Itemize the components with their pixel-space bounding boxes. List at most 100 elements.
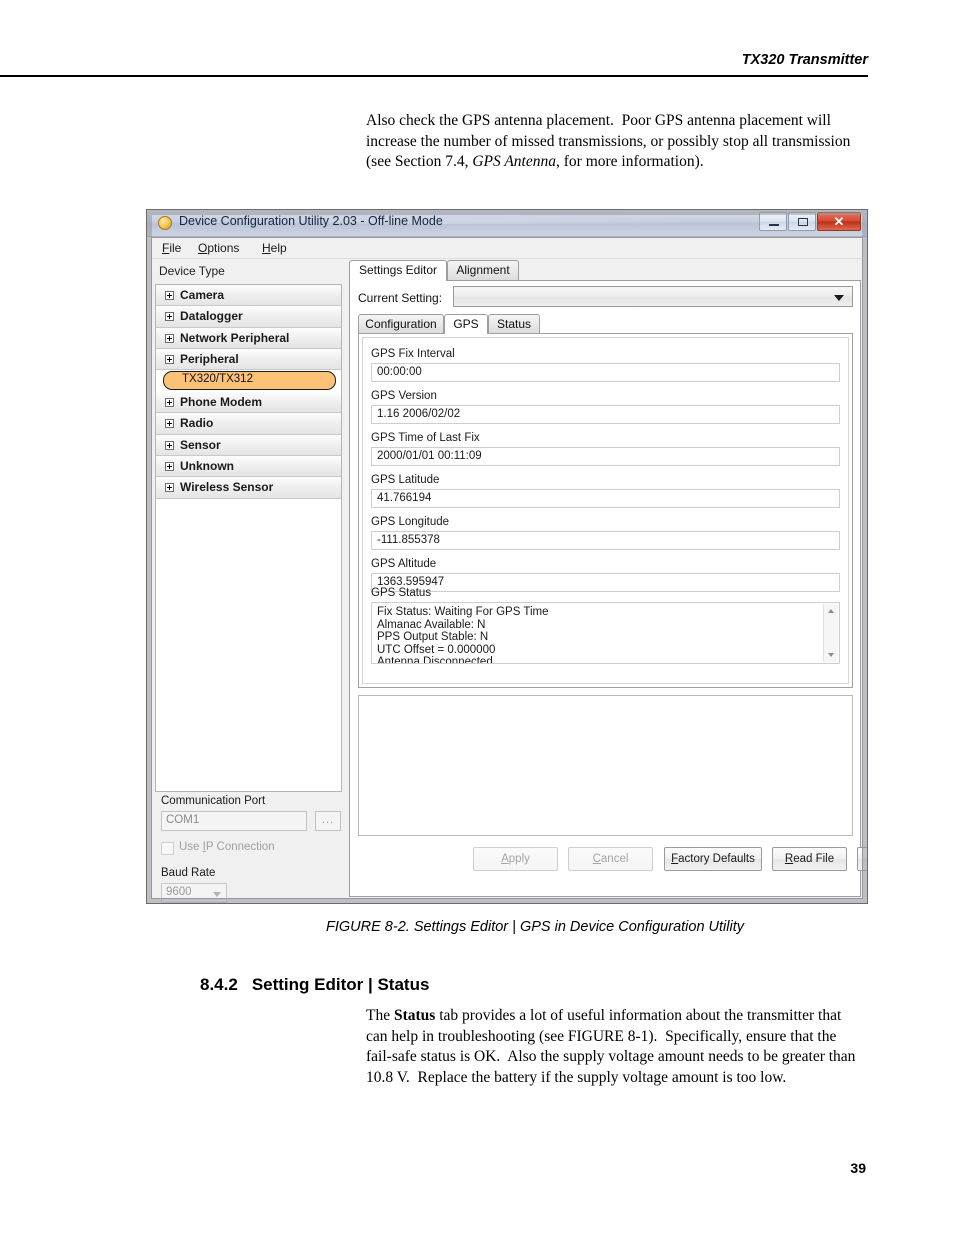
gps-longitude-input[interactable]: -111.855378 xyxy=(371,531,840,550)
tab-status[interactable]: Status xyxy=(488,314,540,334)
use-ip-connection-checkbox[interactable] xyxy=(161,842,174,855)
gps-status-listbox[interactable]: Fix Status: Waiting For GPS Time Almanac… xyxy=(371,602,840,664)
gps-latitude-label: GPS Latitude xyxy=(371,474,440,486)
gps-status-scrollbar[interactable] xyxy=(823,604,838,662)
tree-item-label: Network Peripheral xyxy=(180,330,290,345)
tab-gps[interactable]: GPS xyxy=(444,314,488,334)
page-number: 39 xyxy=(850,1160,866,1176)
device-type-label: Device Type xyxy=(159,264,225,278)
window-controls[interactable]: ✕ xyxy=(758,212,861,231)
expand-plus-icon[interactable] xyxy=(165,483,174,493)
tab-configuration[interactable]: Configuration xyxy=(358,314,444,334)
dialog-button-row: Apply Cancel Factory Defaults Read File … xyxy=(358,847,867,873)
tree-item-label: Sensor xyxy=(180,437,221,452)
gps-fix-interval-label: GPS Fix Interval xyxy=(371,348,455,360)
chevron-down-icon xyxy=(213,892,221,897)
expand-plus-icon[interactable] xyxy=(165,440,174,450)
window-title: Device Configuration Utility 2.03 - Off-… xyxy=(179,214,443,228)
gps-status-line: PPS Output Stable: N xyxy=(377,631,489,644)
connection-settings-group: Communication Port COM1 ... Use IP Conne… xyxy=(155,795,342,903)
gps-tab-panel: GPS Fix Interval 00:00:00 GPS Version 1.… xyxy=(358,333,853,688)
intro-paragraph: Also check the GPS antenna placement. Po… xyxy=(366,112,851,170)
page-header-rule xyxy=(0,75,868,77)
expand-plus-icon[interactable] xyxy=(165,398,174,408)
expand-plus-icon[interactable] xyxy=(165,354,174,364)
tree-item-tx320-tx312[interactable]: TX320/TX312 xyxy=(156,370,341,392)
cancel-button[interactable]: Cancel xyxy=(568,847,653,871)
tree-item-datalogger[interactable]: Datalogger xyxy=(156,306,341,328)
tree-item-peripheral[interactable]: Peripheral xyxy=(156,348,341,371)
tree-item-label: Wireless Sensor xyxy=(180,480,274,495)
expand-plus-icon[interactable] xyxy=(165,312,174,322)
browse-port-button[interactable]: ... xyxy=(315,811,341,831)
use-ip-connection-label: Use IP Connection xyxy=(179,841,275,853)
menu-item-options[interactable]: Options xyxy=(198,241,239,255)
maximize-button[interactable] xyxy=(788,212,816,231)
right-pane: Settings Editor Alignment Current Settin… xyxy=(347,260,867,897)
summary-button[interactable]: Summary xyxy=(857,847,867,871)
gps-altitude-label: GPS Altitude xyxy=(371,558,437,570)
gps-fix-interval-input[interactable]: 00:00:00 xyxy=(371,363,840,382)
tree-item-sensor[interactable]: Sensor xyxy=(156,434,341,457)
gps-status-field-label-wrap: GPS Status xyxy=(371,587,840,601)
tree-item-phone-modem[interactable]: Phone Modem xyxy=(156,392,341,414)
gps-latitude-input[interactable]: 41.766194 xyxy=(371,489,840,508)
figure-caption: FIGURE 8-2. Settings Editor | GPS in Dev… xyxy=(326,919,744,935)
gps-longitude-label: GPS Longitude xyxy=(371,516,450,528)
factory-defaults-button[interactable]: Factory Defaults xyxy=(664,847,762,871)
tree-item-unknown[interactable]: Unknown xyxy=(156,456,341,478)
baud-rate-label: Baud Rate xyxy=(161,867,216,879)
inner-tabstrip[interactable]: Configuration GPS Status xyxy=(358,314,853,334)
device-configuration-utility-window[interactable]: Device Configuration Utility 2.03 - Off-… xyxy=(146,209,868,904)
outer-tabstrip[interactable]: Settings Editor Alignment xyxy=(349,260,861,281)
tree-item-label: Radio xyxy=(180,416,214,431)
menu-item-help[interactable]: Help xyxy=(262,241,287,255)
tree-item-label: Camera xyxy=(180,288,225,302)
tree-item-wireless-sensor[interactable]: Wireless Sensor xyxy=(156,477,341,499)
gps-time-of-last-fix-input[interactable]: 2000/01/01 00:11:09 xyxy=(371,447,840,466)
tree-item-label: Peripheral xyxy=(180,351,239,366)
menu-item-file[interactable]: File xyxy=(162,241,181,255)
current-setting-combobox[interactable] xyxy=(453,286,853,307)
baud-rate-select[interactable]: 9600 xyxy=(161,883,227,903)
tree-item-label: Datalogger xyxy=(180,309,243,324)
tree-item-network-peripheral[interactable]: Network Peripheral xyxy=(156,327,341,349)
apply-button[interactable]: Apply xyxy=(473,847,558,871)
read-file-button[interactable]: Read File xyxy=(772,847,847,871)
expand-plus-icon[interactable] xyxy=(165,291,174,300)
settings-editor-panel: Current Setting: Configuration GPS Statu… xyxy=(349,280,867,897)
gps-status-line: Almanac Available: N xyxy=(377,618,486,631)
scroll-down-arrow-icon[interactable] xyxy=(824,648,838,662)
chevron-down-icon xyxy=(834,295,844,301)
tab-settings-editor[interactable]: Settings Editor xyxy=(349,260,447,281)
tree-item-camera[interactable]: Camera xyxy=(156,285,341,307)
communication-port-input[interactable]: COM1 xyxy=(161,811,307,831)
status-paragraph: The Status tab provides a lot of useful … xyxy=(366,1007,856,1086)
app-circle-icon xyxy=(158,216,172,230)
expand-plus-icon[interactable] xyxy=(165,419,174,429)
section-number: 8.4.2 xyxy=(200,975,238,994)
gps-status-line: Fix Status: Waiting For GPS Time xyxy=(377,606,549,618)
device-type-tree[interactable]: Camera Datalogger Network Peripheral Per… xyxy=(155,284,342,792)
minimize-button[interactable] xyxy=(759,212,787,231)
section-heading: 8.4.2 Setting Editor | Status xyxy=(200,975,429,995)
expand-plus-icon[interactable] xyxy=(165,333,174,343)
tab-alignment[interactable]: Alignment xyxy=(447,260,519,281)
gps-version-label: GPS Version xyxy=(371,390,437,402)
expand-plus-icon[interactable] xyxy=(165,462,174,472)
window-titlebar[interactable]: Device Configuration Utility 2.03 - Off-… xyxy=(147,210,867,237)
scroll-up-arrow-icon[interactable] xyxy=(824,604,838,618)
section-title: Setting Editor | Status xyxy=(251,975,430,994)
close-button[interactable]: ✕ xyxy=(817,212,861,231)
gps-time-of-last-fix-label: GPS Time of Last Fix xyxy=(371,432,480,444)
left-pane: Device Type Camera Datalogger Network Pe… xyxy=(153,260,343,903)
output-log-textarea[interactable] xyxy=(358,695,853,836)
communication-port-label: Communication Port xyxy=(161,795,266,807)
current-setting-label: Current Setting: xyxy=(358,291,443,305)
gps-status-label: GPS Status xyxy=(371,587,432,599)
tree-item-radio[interactable]: Radio xyxy=(156,413,341,435)
gps-version-input[interactable]: 1.16 2006/02/02 xyxy=(371,405,840,424)
menu-bar[interactable]: File Options Help xyxy=(152,238,862,259)
tree-child-label: TX320/TX312 xyxy=(182,373,253,386)
baud-rate-value: 9600 xyxy=(166,886,192,898)
